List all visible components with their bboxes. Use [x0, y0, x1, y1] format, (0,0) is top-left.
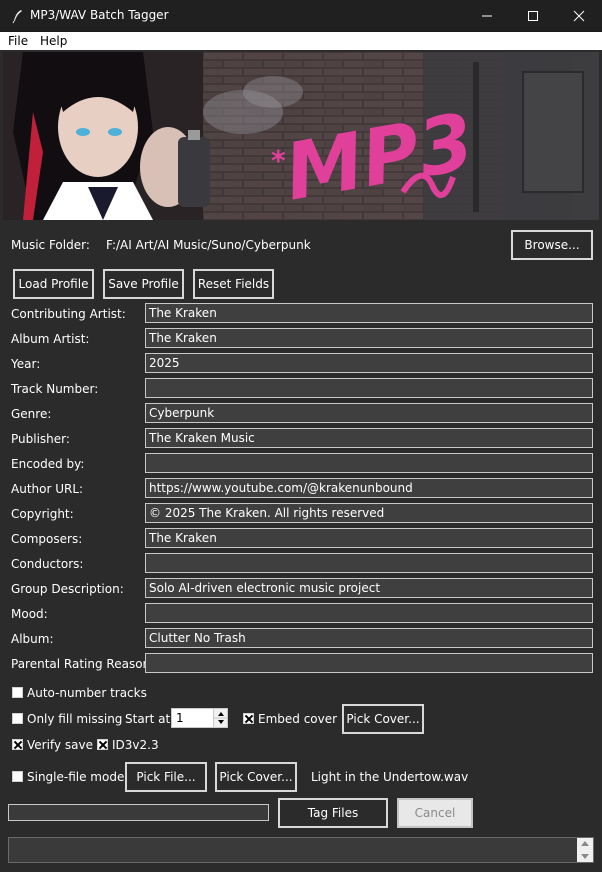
only-fill-missing-label: Only fill missing [27, 712, 123, 726]
composers-input[interactable]: The Kraken [145, 528, 593, 548]
spin-arrows[interactable] [213, 709, 228, 727]
field-label-author-url: Author URL: [11, 482, 84, 496]
title-bar: MP3/WAV Batch Tagger [0, 0, 602, 32]
field-label-year: Year: [11, 357, 41, 371]
author-url-input[interactable]: https://www.youtube.com/@krakenunbound [145, 478, 593, 498]
verify-save-label: Verify save [27, 738, 93, 752]
maximize-button[interactable] [510, 0, 556, 32]
music-folder-path: F:/AI Art/AI Music/Suno/Cyberpunk [106, 238, 311, 252]
cancel-button[interactable]: Cancel [397, 798, 473, 828]
only-fill-missing-checkbox[interactable] [12, 713, 23, 724]
pick-file-button[interactable]: Pick File... [125, 762, 207, 792]
reset-fields-button[interactable]: Reset Fields [193, 269, 274, 299]
log-scrollbar[interactable] [577, 838, 593, 862]
feather-icon [10, 8, 26, 24]
maximize-icon [527, 10, 539, 22]
log-output[interactable] [8, 837, 594, 863]
publisher-input[interactable]: The Kraken Music [145, 428, 593, 448]
browse-button[interactable]: Browse... [511, 230, 593, 260]
save-profile-button[interactable]: Save Profile [103, 269, 184, 299]
single-file-mode-checkbox[interactable] [12, 771, 23, 782]
encoded-by-input[interactable] [145, 453, 593, 473]
menu-help[interactable]: Help [40, 34, 67, 48]
minimize-icon [481, 10, 493, 22]
copyright-input[interactable]: © 2025 The Kraken. All rights reserved [145, 503, 593, 523]
contributing-artist-input[interactable]: The Kraken [145, 303, 593, 323]
embed-cover-checkbox[interactable] [243, 713, 254, 724]
close-icon [573, 10, 585, 22]
id3v23-label: ID3v2.3 [112, 738, 159, 752]
group-description-input[interactable]: Solo AI-driven electronic music project [145, 578, 593, 598]
scroll-up-icon [581, 841, 589, 846]
field-label-group-description: Group Description: [11, 582, 124, 596]
scroll-down-icon [581, 854, 589, 859]
auto-number-label: Auto-number tracks [27, 686, 147, 700]
tag-files-button[interactable]: Tag Files [278, 798, 388, 828]
track-number-input[interactable] [145, 378, 593, 398]
menu-bar: File Help [0, 32, 602, 50]
verify-save-checkbox[interactable] [12, 739, 23, 750]
progress-bar [8, 804, 269, 821]
field-label-contributing-artist: Contributing Artist: [11, 307, 126, 321]
field-label-encoded-by: Encoded by: [11, 457, 85, 471]
menu-file[interactable]: File [8, 34, 28, 48]
window-title: MP3/WAV Batch Tagger [30, 8, 169, 22]
field-label-mood: Mood: [11, 607, 48, 621]
conductors-input[interactable] [145, 553, 593, 573]
embed-cover-label: Embed cover [258, 712, 338, 726]
mood-input[interactable] [145, 603, 593, 623]
field-label-album-artist: Album Artist: [11, 332, 90, 346]
selected-file-name: Light in the Undertow.wav [311, 770, 469, 784]
svg-text:*: * [271, 144, 286, 177]
pick-cover-single-button[interactable]: Pick Cover... [215, 762, 297, 792]
album-input[interactable]: Clutter No Trash [145, 628, 593, 648]
field-label-composers: Composers: [11, 532, 83, 546]
field-label-parental-rating-reason: Parental Rating Reason: [11, 657, 155, 671]
start-at-spinbox[interactable]: 1 [171, 708, 228, 728]
field-label-publisher: Publisher: [11, 432, 70, 446]
genre-input[interactable]: Cyberpunk [145, 403, 593, 423]
field-label-track-number: Track Number: [11, 382, 99, 396]
spin-up-icon [218, 712, 224, 716]
single-file-mode-label: Single-file mode [27, 770, 125, 784]
minimize-button[interactable] [464, 0, 510, 32]
field-label-conductors: Conductors: [11, 557, 84, 571]
auto-number-checkbox[interactable] [12, 687, 23, 698]
field-label-album: Album: [11, 632, 54, 646]
start-at-label: Start at: [125, 712, 175, 726]
close-button[interactable] [556, 0, 602, 32]
year-input[interactable]: 2025 [145, 353, 593, 373]
load-profile-button[interactable]: Load Profile [13, 269, 94, 299]
pick-cover-button[interactable]: Pick Cover... [342, 704, 424, 734]
album-artist-input[interactable]: The Kraken [145, 328, 593, 348]
field-label-copyright: Copyright: [11, 507, 74, 521]
spin-down-icon [218, 720, 224, 724]
start-at-value: 1 [176, 711, 184, 725]
music-folder-label: Music Folder: [11, 238, 90, 252]
field-label-genre: Genre: [11, 407, 52, 421]
id3v23-checkbox[interactable] [97, 739, 108, 750]
parental-rating-reason-input[interactable] [145, 653, 593, 673]
banner-image: MP3 * [3, 52, 599, 220]
